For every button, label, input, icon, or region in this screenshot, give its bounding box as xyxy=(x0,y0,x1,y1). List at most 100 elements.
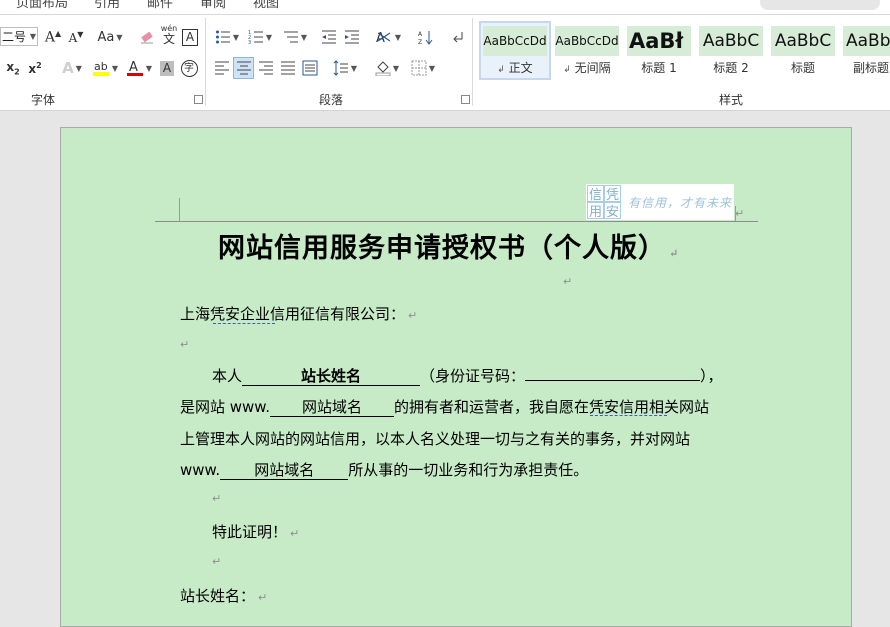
id-number-blank[interactable] xyxy=(525,380,701,381)
paragraph-3: 上管理本人网站的网站信用，以本人名义处理一切与之有关的事务，并对网站 xyxy=(180,430,691,448)
paragraph-mark: ↵ xyxy=(212,555,222,568)
text-effects-icon: A xyxy=(62,59,74,77)
tab-page-layout[interactable]: 页面布局 xyxy=(16,0,68,11)
document-title: 网站信用服务申请授权书（个人版） ↵ xyxy=(218,226,679,265)
style-name-row: ↲ 正文 xyxy=(481,59,549,76)
align-right-button[interactable] xyxy=(256,58,276,78)
align-center-icon xyxy=(236,61,251,75)
svg-text:3: 3 xyxy=(248,40,251,45)
style-heading-1[interactable]: AaBł 标题 1 xyxy=(625,23,693,78)
paragraph-mark: ↵ xyxy=(212,492,222,505)
style-preview: AaBbC xyxy=(699,26,763,56)
enclose-characters-button[interactable]: 字 xyxy=(179,58,199,78)
shrink-font-button[interactable]: A▼ xyxy=(66,27,86,47)
seal-char: 信 xyxy=(587,185,604,203)
chevron-down-icon: ▼ xyxy=(300,32,308,42)
superscript-icon: x2 xyxy=(28,60,42,76)
title-bar-decoration xyxy=(760,0,880,10)
svg-text:A: A xyxy=(376,31,385,45)
chevron-down-icon: ▼ xyxy=(29,32,36,41)
clear-formatting-button[interactable] xyxy=(137,27,157,47)
paragraph-mark: ↵ xyxy=(735,207,745,220)
align-center-button[interactable] xyxy=(233,57,254,79)
svg-text:Z: Z xyxy=(418,39,422,45)
borders-button[interactable]: ▼ xyxy=(408,58,438,78)
tab-references[interactable]: 引用 xyxy=(94,0,120,11)
enclose-characters-icon: 字 xyxy=(180,59,198,77)
header-rule xyxy=(155,221,758,222)
tab-mailings[interactable]: 邮件 xyxy=(147,0,173,11)
paragraph-dialog-launcher[interactable] xyxy=(461,95,470,104)
logo-seal: 信 凭 用 安 xyxy=(587,185,621,220)
signature-line: 站长姓名： ↵ xyxy=(180,585,267,606)
borders-icon xyxy=(411,60,427,76)
paragraph-mark: ↵ xyxy=(563,275,573,288)
certify-text: 特此证明！ xyxy=(212,523,288,541)
group-divider xyxy=(472,18,473,106)
distributed-button[interactable] xyxy=(300,58,320,78)
document-title-text: 网站信用服务申请授权书（个人版） xyxy=(218,233,666,264)
text-effects-button[interactable]: A ▼ xyxy=(56,58,88,78)
name-blank[interactable]: 站长姓名 xyxy=(242,368,421,386)
tabs-divider xyxy=(0,14,890,15)
style-no-spacing[interactable]: AaBbCcDd ↲ 无间隔 xyxy=(553,23,621,78)
character-shading-button[interactable]: A xyxy=(158,58,176,78)
align-right-icon xyxy=(259,61,273,75)
sort-icon: AZ xyxy=(418,31,433,45)
style-normal[interactable]: AaBbCcDd ↲ 正文 xyxy=(479,21,551,80)
chevron-down-icon: ▼ xyxy=(428,63,436,73)
grow-font-icon: A▲ xyxy=(44,28,62,46)
line-spacing-button[interactable]: ▼ xyxy=(330,58,360,78)
phonetic-guide-button[interactable]: wén 文 xyxy=(160,24,178,46)
font-dialog-launcher[interactable] xyxy=(194,95,203,104)
paragraph-mark-icon: ↲ xyxy=(497,65,505,75)
paragraph-mark-icon: ↲ xyxy=(563,65,571,75)
change-case-button[interactable]: Aa ▼ xyxy=(94,27,126,47)
font-size-select[interactable]: 二号 ▼ xyxy=(0,27,38,46)
highlight-color-button[interactable]: ab ▼ xyxy=(89,58,121,78)
seal-char: 安 xyxy=(604,202,621,220)
header-margin-mark xyxy=(179,198,180,221)
line-spacing-icon xyxy=(333,60,348,76)
style-subtitle[interactable]: AaBb 副标题 xyxy=(841,23,890,78)
style-title[interactable]: AaBbC 标题 xyxy=(769,23,837,78)
font-size-value: 二号 xyxy=(2,30,27,44)
grow-font-button[interactable]: A▲ xyxy=(43,27,63,47)
chinese-layout-button[interactable]: A ▼ xyxy=(372,27,404,47)
style-name: 标题 1 xyxy=(641,61,677,75)
tab-view[interactable]: 视图 xyxy=(253,0,279,11)
character-shading-icon: A xyxy=(160,60,174,76)
chevron-down-icon: ▼ xyxy=(111,63,119,73)
paragraph-1: 本人 站长姓名 （身份证号码： ）， xyxy=(212,365,723,386)
sort-button[interactable]: AZ xyxy=(415,27,435,47)
character-border-button[interactable]: A xyxy=(181,27,199,47)
shading-button[interactable]: ▼ xyxy=(372,58,402,78)
show-marks-button[interactable] xyxy=(447,27,467,47)
subscript-button[interactable]: x2 xyxy=(4,58,22,78)
style-name: 副标题 xyxy=(852,61,889,75)
domain-blank[interactable]: 网站域名 xyxy=(269,399,394,417)
justify-button[interactable] xyxy=(278,58,298,78)
tab-review[interactable]: 审阅 xyxy=(200,0,226,11)
increase-indent-icon xyxy=(345,30,359,44)
align-left-icon xyxy=(215,61,229,75)
increase-indent-button[interactable] xyxy=(342,27,362,47)
numbering-button[interactable]: 123 ▼ xyxy=(245,27,275,47)
decrease-indent-button[interactable] xyxy=(319,27,339,47)
superscript-button[interactable]: x2 xyxy=(26,58,44,78)
para4-prefix: www. xyxy=(180,461,221,479)
multilevel-list-button[interactable]: ▼ xyxy=(280,27,310,47)
numbered-list-icon: 123 xyxy=(248,30,263,45)
domain-blank[interactable]: 网站域名 xyxy=(220,462,349,480)
align-left-button[interactable] xyxy=(212,58,232,78)
paragraph-group-label: 段落 xyxy=(319,93,344,107)
seal-char: 凭 xyxy=(604,185,621,203)
para1-id-close: ）， xyxy=(700,367,723,385)
logo-slogan: 有信用，才有未来 xyxy=(628,196,733,210)
seal-char: 用 xyxy=(587,202,604,220)
font-group-label: 字体 xyxy=(31,93,56,107)
svg-text:ab: ab xyxy=(94,60,108,73)
style-heading-2[interactable]: AaBbC 标题 2 xyxy=(697,23,765,78)
bullets-button[interactable]: ▼ xyxy=(212,27,242,47)
font-color-button[interactable]: A ▼ xyxy=(123,58,155,78)
